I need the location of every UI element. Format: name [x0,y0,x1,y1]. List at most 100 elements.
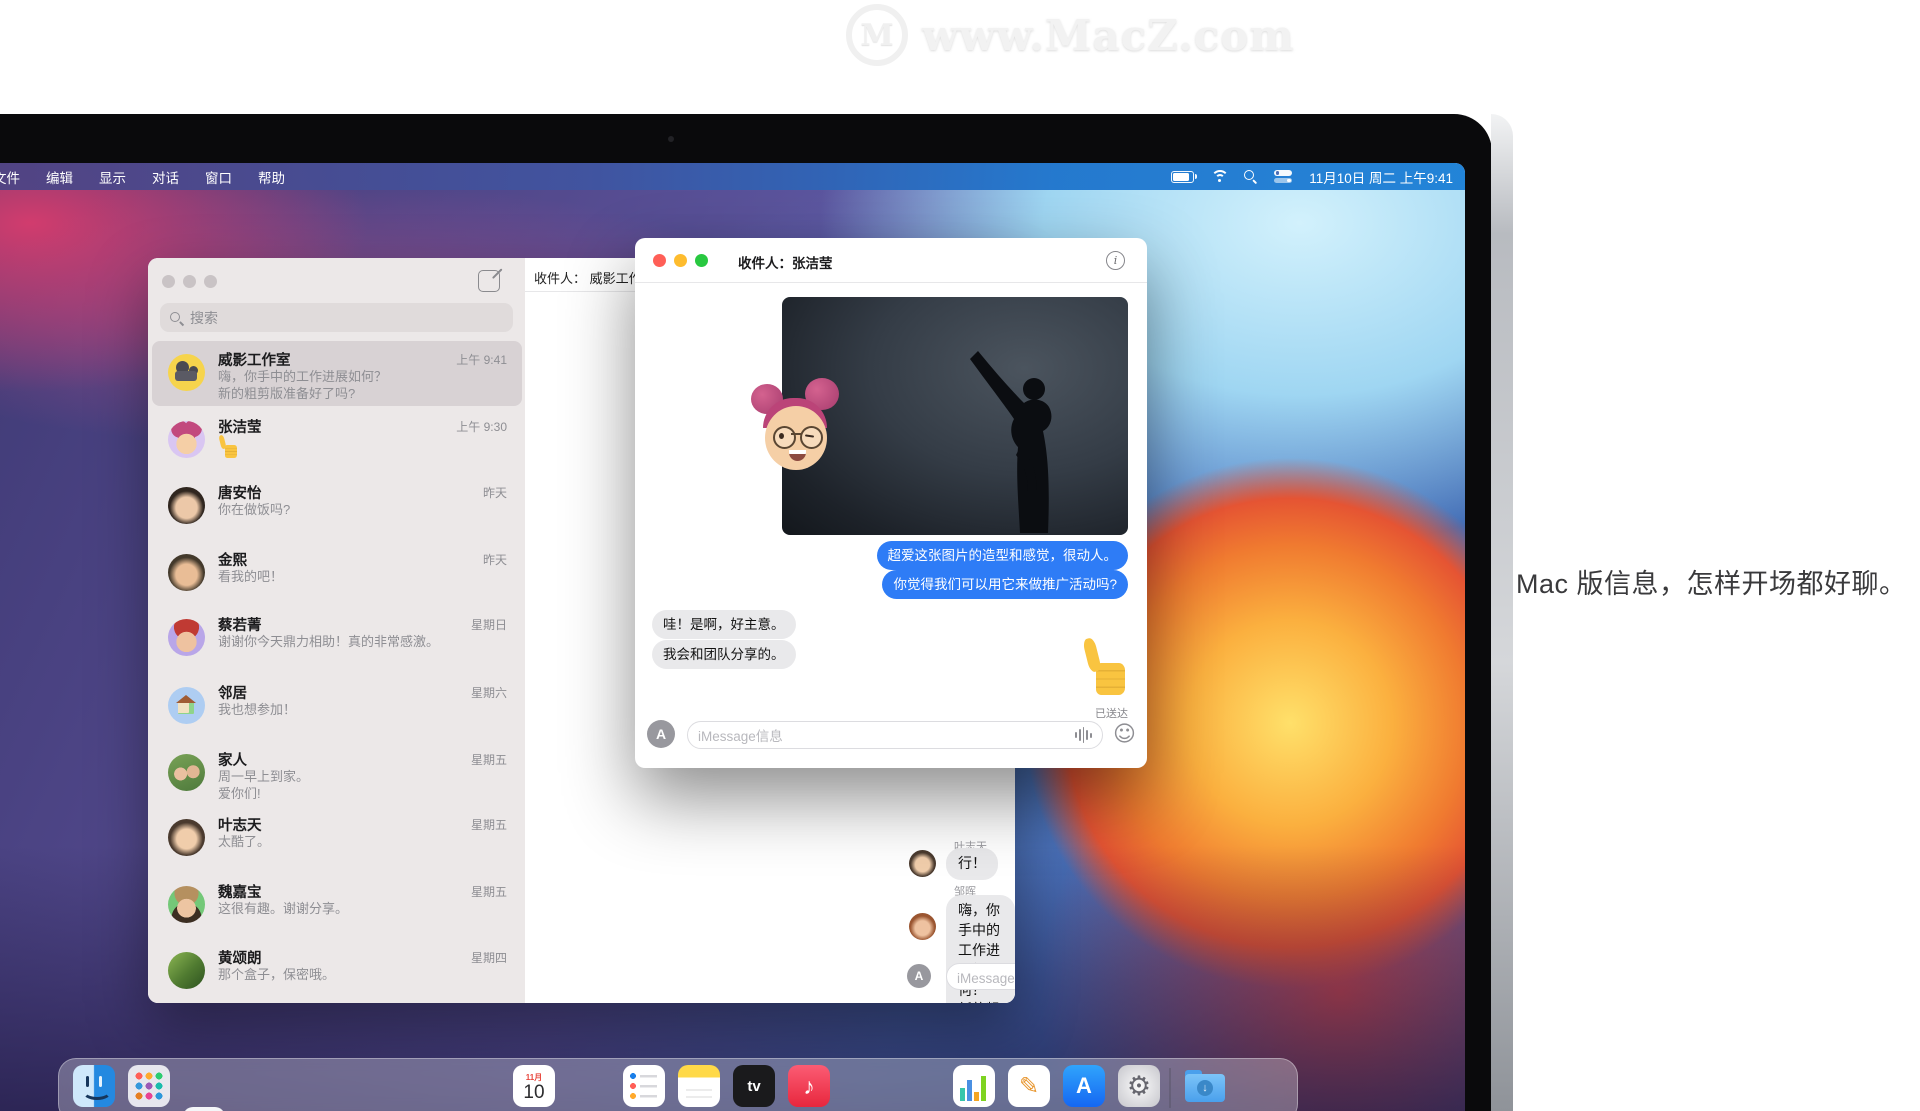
dock-finder-icon[interactable] [73,1065,115,1107]
conversation-yezhitian[interactable]: 叶志天 星期五 太酷了。 [152,806,522,871]
message-input[interactable]: iMessage信息 [687,721,1103,749]
delivered-status: 已送达 [1095,705,1128,721]
avatar [168,619,205,656]
dock-reminders-icon[interactable] [623,1065,665,1107]
dock-appstore-icon[interactable]: A [1063,1065,1105,1107]
conversation-cairuojing[interactable]: 蔡若菁 星期日 谢谢你今天鼎力相助！真的非常感激。 [152,606,522,671]
conversation-time: 星期五 [471,883,507,900]
battery-icon[interactable] [1171,171,1194,183]
avatar [168,554,205,591]
avatar [168,354,205,391]
menu-bar: 文件 编辑 显示 对话 窗口 帮助 11月10日 周二 上午9:41 [0,163,1465,190]
conversation-huangsonglang[interactable]: 黄颂朗 星期四 那个盒子，保密哦。 [152,939,522,1004]
search-icon [169,311,183,325]
control-center-icon[interactable] [1274,170,1292,183]
conversation-preview: 我也想参加！ [218,701,507,718]
dock-downloads-icon[interactable]: ↓ [1184,1065,1226,1107]
close-button[interactable] [653,254,666,267]
conversation-preview: 周一早上到家。 爱你们! [218,768,507,802]
avatar [168,819,205,856]
minimize-button[interactable] [674,254,687,267]
tv-label: tv [747,1078,760,1095]
menu-window[interactable]: 窗口 [205,167,232,187]
menu-edit[interactable]: 编辑 [46,167,73,187]
new-message-icon[interactable] [478,270,500,292]
conversation-weiying-studio[interactable]: 威影工作室 上午 9:41 嗨，你手中的工作进展如何？ 新的粗剪版准备好了吗? [152,341,522,406]
conversation-name: 蔡若菁 [218,614,262,635]
window-controls [162,275,217,288]
macz-logo-icon: M [846,4,908,66]
memoji-eye [779,433,784,439]
message-input[interactable]: iMessage信息 [946,963,1015,990]
window-controls [653,254,708,267]
compose-header: 收件人：张洁莹 i [635,238,1147,283]
watermark: M www.MacZ.com [846,4,1295,66]
sent-bubble: 超爱这张图片的造型和感觉，很动人。 [877,541,1129,570]
dock-safari-icon[interactable] [183,1107,225,1111]
menu-view[interactable]: 显示 [99,167,126,187]
search-input[interactable]: 搜索 [160,303,513,332]
menubar-clock[interactable]: 11月10日 周二 上午9:41 [1309,167,1453,187]
emoji-picker-icon[interactable]: ☺ [1113,724,1136,746]
avatar [168,886,205,923]
menu-items: 文件 编辑 显示 对话 窗口 帮助 [0,167,285,187]
sender-avatar [909,913,936,940]
wifi-icon[interactable] [1211,170,1227,183]
menu-conversation[interactable]: 对话 [152,167,179,187]
compose-window: 收件人：张洁莹 i [635,238,1147,768]
received-bubble: 我会和团队分享的。 [652,640,796,669]
conversation-preview: 你在做饭吗? [218,501,507,518]
conversation-weijiabao[interactable]: 魏嘉宝 星期五 这很有趣。谢谢分享。 [152,873,522,938]
imessage-apps-button[interactable]: A [907,964,931,988]
minimize-button[interactable] [183,275,196,288]
conversation-name: 黄颂朗 [218,947,262,968]
sender-avatar [909,850,936,877]
received-bubble: 哇！是啊，好主意。 [652,610,796,639]
calendar-month: 11月 [526,1072,542,1083]
avatar [168,952,205,989]
conversation-tanganyi[interactable]: 唐安怡 昨天 你在做饭吗? [152,474,522,539]
macbook-screen: 文件 编辑 显示 对话 窗口 帮助 11月10日 周二 上午9:41 [0,163,1465,1111]
dock-numbers-icon[interactable] [953,1065,995,1107]
spotlight-search-icon[interactable] [1244,170,1257,183]
memoji-glasses-bridge [791,433,801,435]
dock-system-preferences-icon[interactable]: ⚙ [1118,1065,1160,1107]
close-button[interactable] [162,275,175,288]
sent-bubble: 你觉得我们可以用它来做推广活动吗? [882,570,1128,599]
info-icon[interactable]: i [1106,251,1125,270]
conversation-family[interactable]: 家人 星期五 周一早上到家。 爱你们! [152,741,522,806]
conversation-time: 昨天 [483,484,507,501]
memoji-glasses [773,426,796,449]
conversation-name: 家人 [218,749,247,770]
avatar [168,754,205,791]
imessage-apps-button[interactable]: A [647,720,675,748]
menu-status-area: 11月10日 周二 上午9:41 [1171,163,1453,190]
dock-calendar-icon[interactable]: 11月 10 [513,1065,555,1107]
thumbs-up-sticker [1080,637,1128,695]
conversation-name: 魏嘉宝 [218,881,262,902]
conversation-zhangjieying[interactable]: 张洁莹 上午 9:30 [152,408,522,473]
dock: 11月 10 tv ♪ ✎ A ⚙ ↓ [58,1058,1298,1111]
menu-file[interactable]: 文件 [0,167,20,187]
conversation-time: 星期四 [471,949,507,966]
avatar [168,487,205,524]
dock-tv-icon[interactable]: tv [733,1065,775,1107]
conversation-name: 叶志天 [218,814,262,835]
dock-notes-icon[interactable] [678,1065,720,1107]
memoji-sticker [745,376,851,482]
conversation-preview: 太酷了。 [218,833,507,850]
conversation-neighbors[interactable]: 邻居 星期六 我也想参加！ [152,674,522,739]
audio-message-icon[interactable] [1075,727,1092,743]
dock-pages-icon[interactable]: ✎ [1008,1065,1050,1107]
page: M www.MacZ.com Mac 版信息，怎样开场都好聊。 文件 编辑 显示… [0,0,1920,1111]
zoom-button[interactable] [695,254,708,267]
menu-help[interactable]: 帮助 [258,167,285,187]
memoji-glasses [800,426,823,449]
conversation-jinxi[interactable]: 金熙 昨天 看我的吧！ [152,541,522,606]
dock-launchpad-icon[interactable] [128,1065,170,1107]
zoom-button[interactable] [204,275,217,288]
dock-music-icon[interactable]: ♪ [788,1065,830,1107]
input-placeholder: iMessage信息 [957,967,1015,987]
webcam-icon [668,136,674,142]
avatar [168,687,205,724]
